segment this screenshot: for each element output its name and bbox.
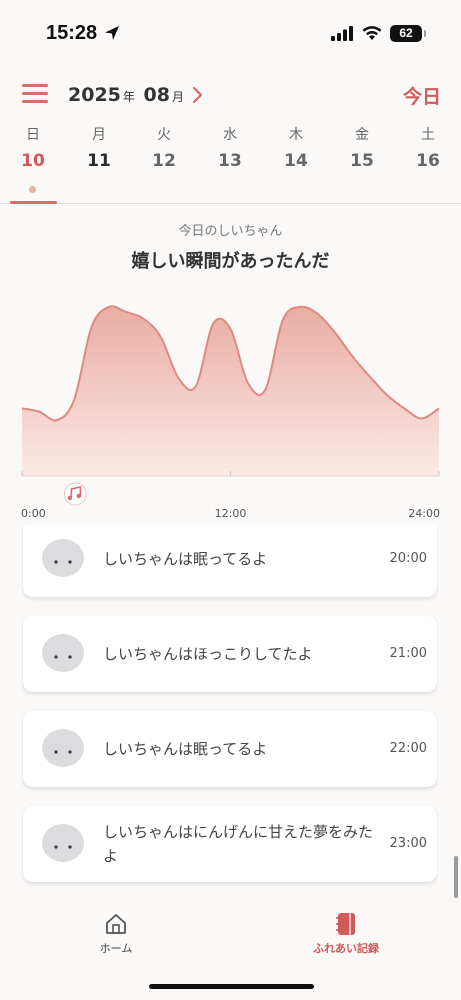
selected-day-dot bbox=[29, 186, 36, 193]
day-of-week: 水 bbox=[223, 127, 237, 143]
mood-chart: 0:00 12:00 24:00 bbox=[21, 305, 440, 520]
record-time: 21:00 bbox=[389, 646, 427, 661]
day-tuesday[interactable]: 火 12 bbox=[140, 124, 188, 171]
record-list[interactable]: しいちゃんは眠ってるよ 20:00 しいちゃんはほっこりしてたよ 21:00 し… bbox=[22, 525, 438, 893]
day-number: 12 bbox=[152, 151, 176, 171]
tab-home-label: ホーム bbox=[99, 942, 133, 955]
day-friday[interactable]: 金 15 bbox=[338, 124, 386, 171]
month-unit: 月 bbox=[171, 90, 184, 104]
tab-records-label: ふれあい記録 bbox=[313, 942, 379, 955]
day-sunday[interactable]: 日 10 bbox=[9, 124, 57, 171]
day-of-week: 金 bbox=[355, 127, 369, 143]
x-tick-label: 0:00 bbox=[21, 507, 46, 520]
selected-day-underline bbox=[10, 201, 57, 204]
tab-home[interactable]: ホーム bbox=[86, 912, 146, 956]
day-of-week: 火 bbox=[157, 127, 171, 143]
status-bar: 15:28 62 bbox=[0, 0, 461, 66]
record-message: しいちゃんは眠ってるよ bbox=[103, 740, 268, 758]
wifi-icon bbox=[362, 26, 382, 40]
record-card[interactable]: しいちゃんは眠ってるよ 20:00 bbox=[23, 525, 437, 597]
day-wednesday[interactable]: 水 13 bbox=[206, 124, 254, 171]
shiichan-avatar-icon bbox=[42, 539, 84, 577]
day-number: 13 bbox=[218, 151, 242, 171]
record-time: 23:00 bbox=[389, 836, 427, 851]
record-time: 22:00 bbox=[389, 741, 427, 756]
day-number: 11 bbox=[87, 151, 111, 171]
cellular-signal-icon bbox=[331, 26, 353, 41]
mood-subtitle: 今日のしいちゃん bbox=[178, 224, 283, 239]
day-of-week: 月 bbox=[92, 127, 106, 143]
shiichan-avatar-icon bbox=[42, 824, 84, 862]
tab-records[interactable]: ふれあい記録 bbox=[296, 912, 396, 956]
record-card[interactable]: しいちゃんはにんげんに甘えた夢をみたよ 23:00 bbox=[23, 806, 437, 882]
scrollbar[interactable] bbox=[454, 856, 458, 898]
day-monday[interactable]: 月 11 bbox=[75, 124, 123, 171]
mood-area bbox=[22, 306, 439, 476]
record-card[interactable]: しいちゃんはほっこりしてたよ 21:00 bbox=[23, 616, 437, 692]
record-message: しいちゃんはほっこりしてたよ bbox=[103, 645, 313, 663]
location-arrow-icon bbox=[105, 26, 119, 40]
notebook-icon bbox=[336, 913, 355, 935]
record-card[interactable]: しいちゃんは眠ってるよ 22:00 bbox=[23, 711, 437, 787]
shiichan-avatar-icon bbox=[42, 729, 84, 767]
month-label: 2025 年 08 月 bbox=[68, 84, 186, 106]
day-number: 15 bbox=[350, 151, 374, 171]
menu-icon[interactable] bbox=[22, 84, 48, 104]
home-indicator bbox=[149, 984, 314, 989]
status-time: 15:28 bbox=[46, 22, 98, 44]
day-of-week: 木 bbox=[289, 127, 303, 143]
week-strip: 日 10 月 11 火 12 水 13 木 14 金 15 土 16 bbox=[0, 124, 461, 204]
x-tick-label: 24:00 bbox=[408, 507, 440, 520]
day-number: 14 bbox=[284, 151, 308, 171]
today-button[interactable]: 今日 bbox=[403, 82, 441, 109]
record-time: 20:00 bbox=[389, 551, 427, 566]
day-thursday[interactable]: 木 14 bbox=[272, 124, 320, 171]
music-note-icon[interactable] bbox=[63, 482, 87, 506]
record-message: しいちゃんは眠ってるよ bbox=[103, 550, 268, 568]
shiichan-avatar-icon bbox=[42, 634, 84, 672]
day-of-week: 土 bbox=[421, 127, 435, 143]
month-value: 08 bbox=[143, 84, 170, 106]
year-unit: 年 bbox=[122, 90, 135, 104]
day-saturday[interactable]: 土 16 bbox=[404, 124, 452, 171]
calendar-header: 2025 年 08 月 今日 bbox=[0, 74, 461, 118]
battery-icon: 62 bbox=[390, 25, 426, 42]
day-of-week: 日 bbox=[26, 127, 40, 143]
day-number: 16 bbox=[416, 151, 440, 171]
record-message: しいちゃんはにんげんに甘えた夢をみたよ bbox=[103, 823, 374, 865]
day-number: 10 bbox=[21, 151, 45, 171]
x-tick-label: 12:00 bbox=[215, 507, 247, 520]
chevron-right-icon[interactable] bbox=[190, 86, 206, 104]
year-value: 2025 bbox=[68, 84, 121, 106]
home-icon bbox=[106, 914, 126, 934]
mood-title: 嬉しい瞬間があったんだ bbox=[131, 251, 330, 272]
